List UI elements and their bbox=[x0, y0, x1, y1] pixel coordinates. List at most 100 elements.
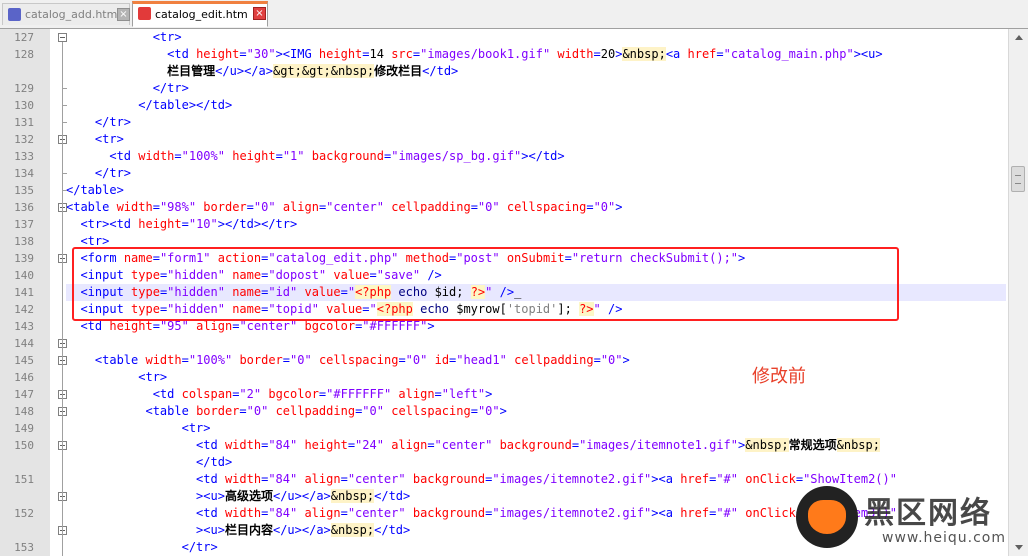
code-line[interactable]: 145 <table width="100%" border="0" cells… bbox=[0, 352, 1008, 369]
code-token: "#" bbox=[716, 506, 739, 520]
code-text: <td height="30"><IMG height=14 src="imag… bbox=[66, 46, 883, 63]
code-text: <table border="0" cellpadding="0" cellsp… bbox=[66, 403, 507, 420]
code-text: <td width="84" align="center" background… bbox=[66, 505, 897, 522]
code-token: > bbox=[499, 404, 507, 418]
watermark-logo bbox=[796, 486, 858, 548]
code-token: ><IMG bbox=[275, 47, 319, 61]
code-line[interactable]: 130 </table></td> bbox=[0, 97, 1008, 114]
code-line[interactable]: 128 <td height="30"><IMG height=14 src="… bbox=[0, 46, 1008, 63]
code-line[interactable]: 147 <td colspan="2" bgcolor="#FFFFFF" al… bbox=[0, 386, 1008, 403]
code-text: </tr> bbox=[66, 165, 131, 182]
code-text: </tr> bbox=[66, 539, 218, 556]
file-icon bbox=[8, 8, 21, 21]
code-token: </td> bbox=[374, 489, 411, 503]
code-token: = bbox=[275, 149, 283, 163]
code-token: &gt;&gt;&nbsp; bbox=[272, 64, 375, 78]
code-token: &nbsp; bbox=[836, 438, 880, 452]
code-token: </u></a> bbox=[272, 523, 331, 537]
fold-end-marker bbox=[62, 88, 67, 89]
code-line[interactable]: 150 <td width="84" height="24" align="ce… bbox=[0, 437, 1008, 454]
scroll-up-icon[interactable] bbox=[1010, 29, 1027, 46]
code-token: = bbox=[470, 200, 478, 214]
code-token: bgcolor bbox=[268, 387, 319, 401]
code-token: "100%" bbox=[181, 149, 225, 163]
code-token: <td bbox=[196, 472, 225, 486]
code-token: </u></a> bbox=[272, 489, 331, 503]
code-token: 栏目管理 bbox=[167, 64, 216, 78]
code-token: <tr> bbox=[152, 30, 182, 44]
code-token: height bbox=[232, 149, 276, 163]
code-line[interactable]: 146 <tr> bbox=[0, 369, 1008, 386]
code-token: cellspacing bbox=[391, 404, 471, 418]
code-token: "84" bbox=[268, 506, 298, 520]
code-token: <td bbox=[196, 438, 225, 452]
tab-catalog-add[interactable]: catalog_add.htm × bbox=[2, 3, 130, 25]
code-line[interactable]: 135 </table> bbox=[0, 182, 1008, 199]
code-line[interactable]: 129 </tr> bbox=[0, 80, 1008, 97]
code-token: align bbox=[304, 506, 341, 520]
code-token: = bbox=[586, 200, 594, 214]
code-token: "center" bbox=[347, 472, 406, 486]
fold-toggle-icon[interactable] bbox=[58, 33, 67, 42]
code-token: > bbox=[427, 319, 435, 333]
code-text: </td> bbox=[66, 454, 232, 471]
code-line[interactable]: 149 <tr> bbox=[0, 420, 1008, 437]
close-icon[interactable]: × bbox=[117, 8, 130, 21]
code-line[interactable]: 144 bbox=[0, 335, 1008, 352]
code-line[interactable]: 137 <tr><td height="10"></td></tr> bbox=[0, 216, 1008, 233]
code-token: = bbox=[239, 404, 247, 418]
code-line[interactable]: 栏目管理</u></a>&gt;&gt;&nbsp;修改栏目</td> bbox=[0, 63, 1008, 80]
code-token: "center" bbox=[239, 319, 298, 333]
code-line[interactable]: 134 </tr> bbox=[0, 165, 1008, 182]
code-token: <table bbox=[145, 404, 197, 418]
code-token: cellpadding bbox=[391, 200, 471, 214]
code-token: "95" bbox=[159, 319, 189, 333]
code-token: &nbsp; bbox=[745, 438, 789, 452]
line-number: 150 bbox=[14, 439, 34, 452]
code-token: = bbox=[593, 353, 601, 367]
code-token: = bbox=[398, 353, 406, 367]
code-line[interactable]: 133 <td width="100%" height="1" backgrou… bbox=[0, 148, 1008, 165]
code-line[interactable]: 136 <table width="98%" border="0" align="… bbox=[0, 199, 1008, 216]
watermark-text: 黑区网络 bbox=[864, 496, 992, 531]
line-number: 127 bbox=[14, 31, 34, 44]
code-text: <table width="100%" border="0" cellspaci… bbox=[66, 352, 630, 369]
code-token: 高级选项 bbox=[224, 489, 273, 503]
code-token: onClick bbox=[745, 506, 796, 520]
code-token: height bbox=[318, 47, 363, 61]
code-token: "10" bbox=[188, 217, 218, 231]
tab-catalog-edit[interactable]: catalog_edit.htm × bbox=[132, 1, 268, 27]
close-icon[interactable]: × bbox=[253, 7, 266, 20]
code-line[interactable]: 132 <tr> bbox=[0, 131, 1008, 148]
code-token: cellpadding bbox=[275, 404, 356, 418]
code-token: "0" bbox=[253, 200, 276, 214]
code-token: background bbox=[412, 472, 486, 486]
code-line[interactable]: </td> bbox=[0, 454, 1008, 471]
code-editor[interactable]: 127 <tr> 128 <td height="30"><IMG height=… bbox=[0, 29, 1008, 556]
scroll-thumb[interactable] bbox=[1011, 166, 1025, 192]
code-token: <tr> bbox=[94, 132, 124, 146]
code-token: <td bbox=[196, 506, 225, 520]
code-token: > bbox=[485, 387, 493, 401]
vertical-scrollbar[interactable] bbox=[1008, 29, 1028, 556]
line-number: 135 bbox=[14, 184, 34, 197]
code-line[interactable]: 131 </tr> bbox=[0, 114, 1008, 131]
code-text: </tr> bbox=[66, 80, 189, 97]
line-number: 146 bbox=[14, 371, 34, 384]
code-token: "0" bbox=[405, 353, 428, 367]
code-text: <td colspan="2" bgcolor="#FFFFFF" align=… bbox=[66, 386, 493, 403]
code-line[interactable]: 148 <table border="0" cellpadding="0" ce… bbox=[0, 403, 1008, 420]
code-token: border bbox=[239, 353, 283, 367]
code-line[interactable]: 127 <tr> bbox=[0, 29, 1008, 46]
line-number: 141 bbox=[14, 286, 34, 299]
code-token: "84" bbox=[268, 438, 298, 452]
